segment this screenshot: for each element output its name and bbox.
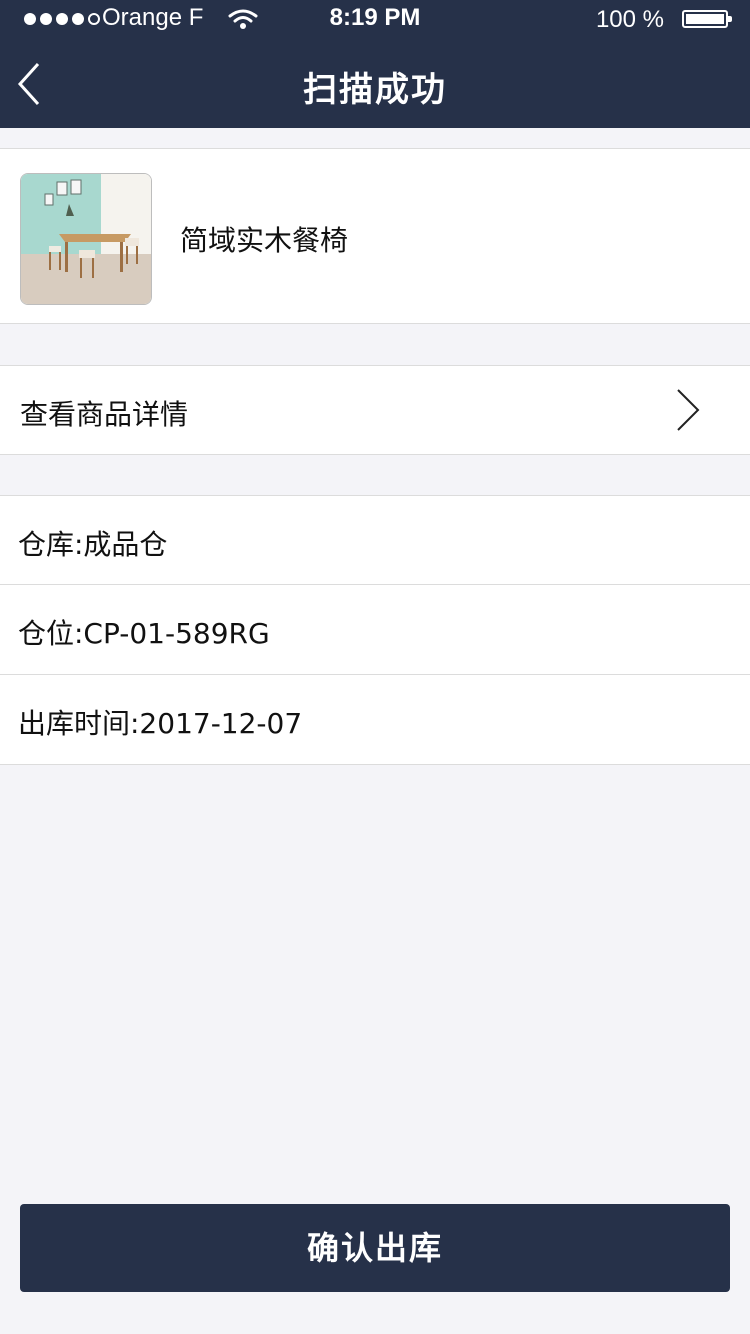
- view-product-details-label: 查看商品详情: [20, 398, 189, 431]
- status-bar: Orange F 8:19 PM 100 %: [0, 0, 750, 40]
- warehouse-row: 仓库:成品仓: [0, 495, 750, 585]
- outbound-time-row: 出库时间:2017-12-07: [0, 675, 750, 765]
- storage-location-row: 仓位:CP-01-589RG: [0, 585, 750, 675]
- confirm-outbound-button[interactable]: 确认出库: [20, 1204, 730, 1292]
- battery-icon: [682, 10, 732, 28]
- product-card: 简域实木餐椅: [0, 148, 750, 324]
- chevron-right-icon: [677, 389, 700, 431]
- product-image: [20, 173, 152, 305]
- outbound-time-text: 出库时间:2017-12-07: [18, 707, 303, 740]
- nav-header: Orange F 8:19 PM 100 % 扫描成功: [0, 0, 750, 128]
- storage-location-text: 仓位:CP-01-589RG: [18, 617, 270, 650]
- view-product-details-row[interactable]: 查看商品详情: [0, 365, 750, 455]
- warehouse-text: 仓库:成品仓: [18, 528, 168, 561]
- battery-percent: 100 %: [595, 6, 664, 33]
- dining-set-photo-icon: [21, 174, 151, 304]
- page-title: 扫描成功: [303, 70, 447, 110]
- product-name: 简域实木餐椅: [180, 224, 349, 257]
